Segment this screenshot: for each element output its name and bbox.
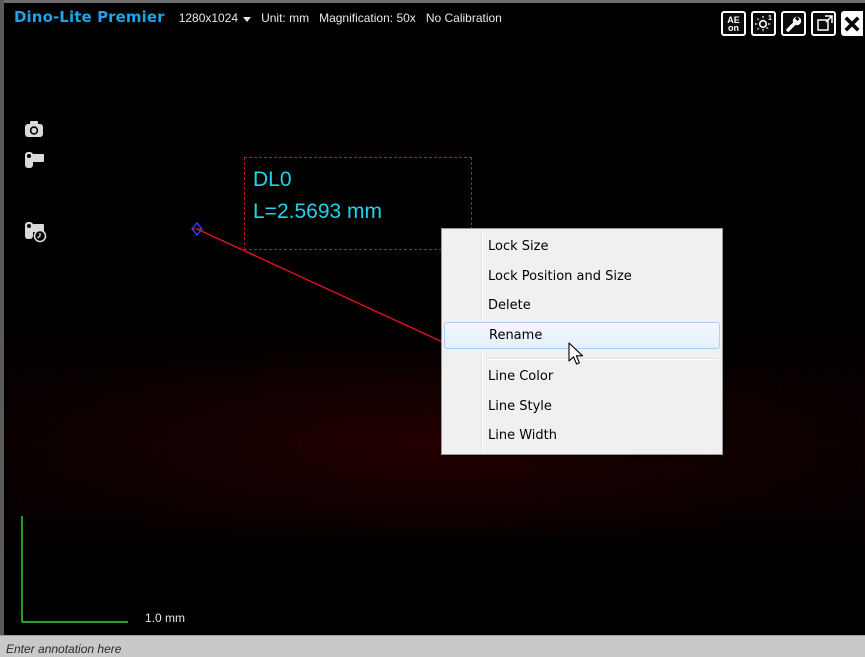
menu-separator — [486, 358, 718, 360]
measurement-length: L=2.5693 mm — [253, 200, 382, 223]
mouse-pointer-icon — [568, 342, 584, 365]
menu-item-line-style[interactable]: Line Style — [444, 393, 720, 420]
measurement-name: DL0 — [253, 168, 292, 191]
annotation-bar — [0, 635, 865, 657]
menu-item-delete[interactable]: Delete — [444, 292, 720, 319]
measurement-overlay — [21, 221, 448, 623]
measurement-label-box[interactable]: DL0 L=2.5693 mm — [244, 157, 472, 250]
annotation-input[interactable] — [6, 642, 846, 656]
menu-item-lock-size[interactable]: Lock Size — [444, 233, 720, 260]
microscope-viewer-window: Dino-Lite Premier 1280x1024 Unit: mm Mag… — [0, 0, 865, 657]
menu-item-line-width[interactable]: Line Width — [444, 422, 720, 449]
scale-bar-label: 1.0 mm — [145, 611, 186, 625]
scale-bar — [21, 516, 128, 623]
measurement-endpoint-handle[interactable] — [191, 221, 203, 237]
menu-item-lock-position-and-size[interactable]: Lock Position and Size — [444, 263, 720, 290]
